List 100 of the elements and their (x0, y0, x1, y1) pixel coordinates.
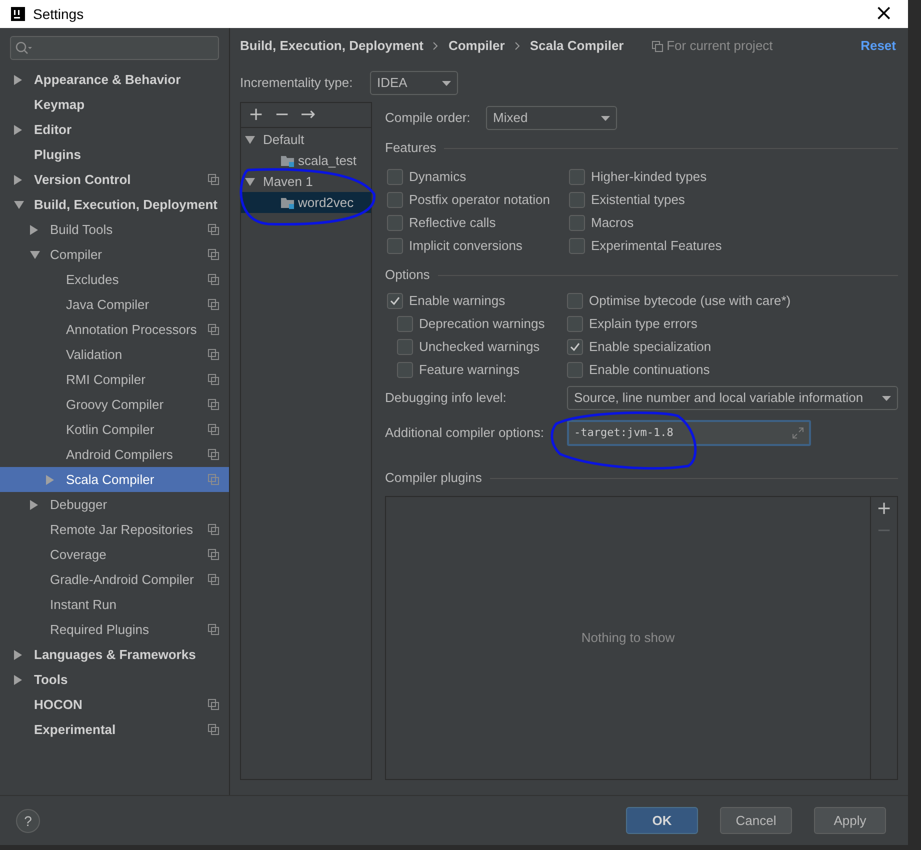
checkbox[interactable]: Deprecation warnings (385, 312, 567, 335)
sidebar-item[interactable]: Keymap (0, 92, 229, 117)
checkbox[interactable]: Reflective calls (385, 211, 567, 234)
sidebar-item[interactable]: Plugins (0, 142, 229, 167)
sidebar-item[interactable]: Appearance & Behavior (0, 67, 229, 92)
checkbox[interactable]: Implicit conversions (385, 234, 567, 257)
sidebar-item[interactable]: Remote Jar Repositories (0, 517, 229, 542)
unchecked-box-icon[interactable] (569, 238, 585, 254)
profile-module[interactable]: scala_test (241, 150, 371, 171)
sidebar-item[interactable]: Build Tools (0, 217, 229, 242)
compile-order-dropdown[interactable]: Mixed (486, 106, 617, 130)
sidebar-item[interactable]: Instant Run (0, 592, 229, 617)
incrementality-dropdown[interactable]: IDEA (370, 71, 458, 95)
collapse-arrow-icon[interactable] (245, 178, 255, 186)
sidebar-item[interactable]: Experimental (0, 717, 229, 742)
sidebar-item[interactable]: HOCON (0, 692, 229, 717)
expand-arrow-icon[interactable] (46, 474, 54, 484)
sidebar-item[interactable]: Languages & Frameworks (0, 642, 229, 667)
unchecked-box-icon[interactable] (569, 192, 585, 208)
checkbox[interactable]: Enable continuations (567, 358, 791, 381)
checkbox[interactable]: Enable warnings (385, 289, 567, 312)
checkbox[interactable]: Explain type errors (567, 312, 791, 335)
sidebar-item[interactable]: Coverage (0, 542, 229, 567)
expand-arrow-icon[interactable] (14, 174, 22, 184)
expand-arrow-icon[interactable] (14, 124, 22, 134)
sidebar-item[interactable]: Annotation Processors (0, 317, 229, 342)
collapse-arrow-icon[interactable] (14, 200, 24, 208)
sidebar-item[interactable]: Scala Compiler (0, 467, 229, 492)
unchecked-box-icon[interactable] (397, 362, 413, 378)
expand-arrow-icon[interactable] (14, 74, 22, 84)
profile-module[interactable]: word2vec (241, 192, 371, 213)
sidebar-item[interactable]: Compiler (0, 242, 229, 267)
checkbox[interactable]: Macros (567, 211, 898, 234)
checkbox[interactable]: Unchecked warnings (385, 335, 567, 358)
checkbox[interactable]: Higher-kinded types (567, 165, 898, 188)
help-button[interactable]: ? (16, 808, 40, 832)
reset-link[interactable]: Reset (860, 36, 896, 56)
unchecked-box-icon[interactable] (567, 316, 583, 332)
sidebar-item[interactable]: Kotlin Compiler (0, 417, 229, 442)
unchecked-box-icon[interactable] (387, 168, 403, 184)
profile-group[interactable]: Default (241, 129, 371, 150)
checkbox[interactable]: Feature warnings (385, 358, 567, 381)
expand-arrow-icon[interactable] (30, 500, 38, 510)
sidebar-item[interactable]: Build, Execution, Deployment (0, 192, 229, 217)
sidebar-item[interactable]: Java Compiler (0, 292, 229, 317)
checkbox[interactable]: Postfix operator notation (385, 188, 567, 211)
unchecked-box-icon[interactable] (567, 362, 583, 378)
collapse-arrow-icon[interactable] (30, 250, 40, 258)
profile-group[interactable]: Maven 1 (241, 171, 371, 192)
unchecked-box-icon[interactable] (387, 214, 403, 230)
checkbox[interactable]: Enable specialization (567, 335, 791, 358)
sidebar-item[interactable]: Editor (0, 117, 229, 142)
unchecked-box-icon[interactable] (569, 168, 585, 184)
unchecked-box-icon[interactable] (387, 238, 403, 254)
collapse-arrow-icon[interactable] (245, 136, 255, 144)
search-field[interactable] (10, 36, 219, 60)
expand-arrow-icon[interactable] (14, 650, 22, 660)
unchecked-box-icon[interactable] (567, 292, 583, 308)
unchecked-box-icon[interactable] (397, 316, 413, 332)
sidebar-item[interactable]: Version Control (0, 167, 229, 192)
expand-icon[interactable] (792, 427, 804, 439)
project-scope-icon (208, 524, 219, 535)
unchecked-box-icon[interactable] (569, 214, 585, 230)
sidebar-item[interactable]: Tools (0, 667, 229, 692)
checkbox[interactable]: Existential types (567, 188, 898, 211)
toolbar-button[interactable]: + (245, 106, 267, 124)
sidebar-item[interactable]: RMI Compiler (0, 367, 229, 392)
section-title: Options (385, 266, 430, 284)
debugging-level-dropdown[interactable]: Source, line number and local variable information (567, 386, 898, 410)
checkbox[interactable]: Dynamics (385, 165, 567, 188)
checked-box-icon[interactable] (387, 292, 403, 308)
project-scope-icon (208, 324, 219, 335)
dropdown-caret-icon (442, 80, 451, 86)
sidebar-item[interactable]: Android Compilers (0, 442, 229, 467)
project-scope-icon (652, 40, 663, 52)
sidebar-item[interactable]: Excludes (0, 267, 229, 292)
dialog-button[interactable]: OK (626, 807, 698, 834)
unchecked-box-icon[interactable] (397, 338, 413, 354)
checkbox[interactable]: Optimise bytecode (use with care*) (567, 289, 791, 312)
breadcrumb-link[interactable]: Build, Execution, Deployment (240, 36, 424, 56)
expand-arrow-icon[interactable] (14, 674, 22, 684)
close-button[interactable]: × (870, 3, 897, 25)
toolbar-button[interactable]: + (876, 500, 892, 518)
dropdown-caret-icon (601, 116, 610, 120)
sidebar-item[interactable]: Debugger (0, 492, 229, 517)
toolbar-button[interactable]: − (271, 106, 293, 124)
dialog-button[interactable]: Apply (814, 807, 886, 834)
sidebar-item[interactable]: Required Plugins (0, 617, 229, 642)
toolbar-button[interactable]: → (297, 106, 319, 124)
breadcrumb-link[interactable]: Scala Compiler (530, 36, 624, 56)
expand-arrow-icon[interactable] (30, 224, 38, 234)
compiler-options-field[interactable]: -target:jvm-1.8 (567, 420, 811, 446)
breadcrumb-link[interactable]: Compiler (448, 36, 505, 56)
dialog-button[interactable]: Cancel (720, 807, 792, 834)
checkbox[interactable]: Experimental Features (567, 234, 898, 257)
checked-box-icon[interactable] (567, 338, 583, 354)
sidebar-item[interactable]: Gradle-Android Compiler (0, 567, 229, 592)
sidebar-item[interactable]: Groovy Compiler (0, 392, 229, 417)
unchecked-box-icon[interactable] (387, 192, 403, 208)
sidebar-item[interactable]: Validation (0, 342, 229, 367)
